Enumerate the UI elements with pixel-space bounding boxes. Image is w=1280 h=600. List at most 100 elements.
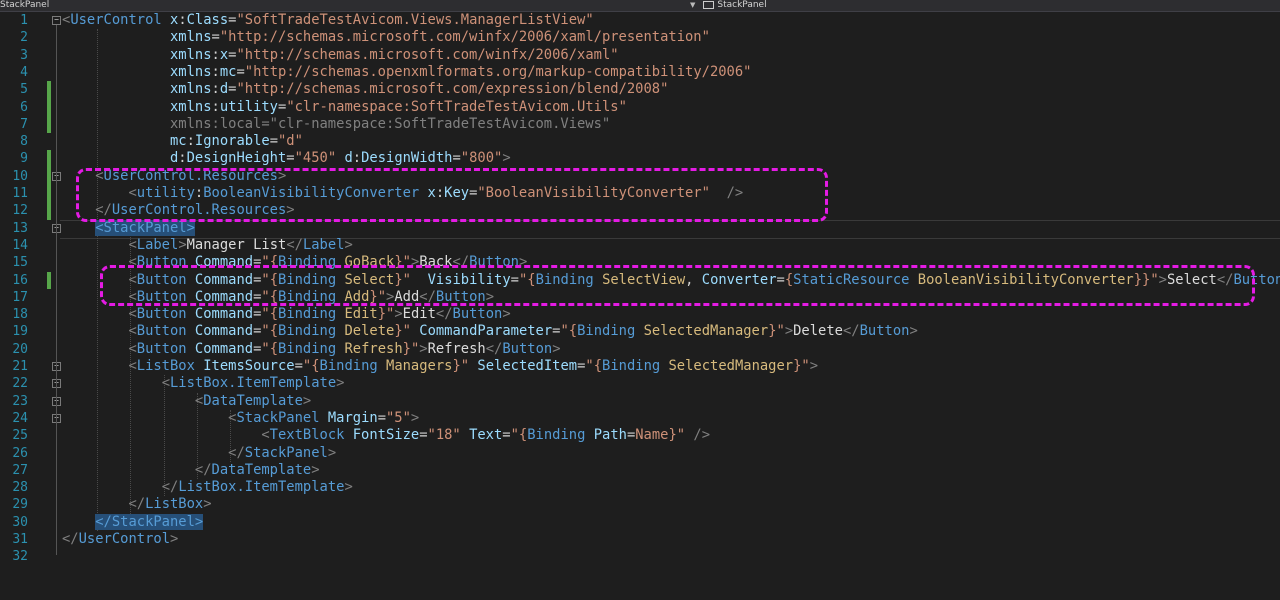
code-line[interactable]: <TextBlock FontSize="18" Text="{Binding … — [62, 427, 710, 444]
nav-element-dropdown[interactable]: ▼ StackPanel — [690, 0, 767, 10]
code-token: xmlns — [169, 81, 212, 98]
code-token: SelectedManager — [668, 358, 794, 374]
code-token: Managers — [386, 358, 453, 374]
code-line[interactable]: </ListBox.ItemTemplate> — [62, 479, 353, 496]
code-token: DesignWidth — [361, 150, 453, 167]
collapse-minus-icon[interactable]: − — [52, 16, 61, 25]
code-line[interactable]: xmlns:d="http://schemas.microsoft.com/ex… — [62, 81, 668, 98]
code-token: = — [236, 63, 245, 80]
code-token: "SoftTradeTestAvicom.Views.ManagerListVi… — [236, 12, 594, 28]
code-token: Ignorable — [194, 133, 270, 150]
code-token: xmlns — [169, 98, 212, 115]
line-number: 17 — [12, 289, 28, 305]
code-token: Binding — [319, 358, 378, 374]
code-token: "{ — [261, 340, 279, 357]
code-line[interactable]: <StackPanel Margin="5"> — [62, 410, 419, 427]
code-line[interactable]: xmlns="http://schemas.microsoft.com/winf… — [62, 29, 710, 46]
line-number: 5 — [20, 82, 28, 98]
line-number: 15 — [12, 255, 28, 271]
code-token: </ — [286, 236, 303, 253]
code-token: ListBox.ItemTemplate — [170, 375, 337, 392]
code-line[interactable]: <UserControl x:Class="SoftTradeTestAvico… — [62, 12, 594, 29]
line-number: 9 — [20, 151, 28, 167]
code-token: Refresh — [427, 340, 486, 357]
code-line[interactable]: xmlns:mc="http://schemas.openxmlformats.… — [62, 63, 752, 81]
code-token: Delete — [344, 323, 395, 340]
code-line[interactable]: mc:Ignorable="d" — [62, 133, 303, 150]
code-line[interactable]: <ListBox.ItemTemplate> — [62, 375, 345, 392]
code-line[interactable]: </StackPanel> — [62, 445, 336, 462]
code-line[interactable]: <Button Command="{Binding Refresh}">Refr… — [62, 340, 560, 358]
code-line[interactable]: </StackPanel> — [62, 513, 204, 531]
line-number: 13 — [12, 220, 28, 236]
code-token: Binding — [278, 306, 337, 323]
chevron-down-icon[interactable]: ▼ — [690, 1, 695, 9]
code-token: : — [211, 98, 220, 115]
code-line[interactable]: d:DesignHeight="450" d:DesignWidth="800"… — [62, 150, 511, 167]
code-token: Path — [593, 427, 627, 444]
code-line[interactable]: <DataTemplate> — [62, 393, 311, 410]
code-token: > — [410, 409, 420, 426]
code-line[interactable]: <Button Command="{Binding Delete}" Comma… — [62, 323, 917, 340]
code-token: > — [178, 236, 187, 253]
line-number: 31 — [12, 532, 28, 547]
code-line[interactable]: <Button Command="{Binding Edit}">Edit</B… — [62, 306, 510, 323]
nav-scope-dropdown[interactable]: StackPanel — [0, 0, 49, 10]
code-token: < — [128, 358, 137, 374]
code-token: xmlns:local="clr-namespace:SoftTradeTest… — [169, 115, 611, 132]
code-token: }" — [452, 358, 470, 374]
code-token: > — [336, 375, 345, 392]
navigation-bar: StackPanel ▼ StackPanel — [0, 0, 1280, 12]
line-number: 2 — [20, 30, 28, 46]
code-token: }" — [793, 358, 810, 374]
code-token: Command — [194, 323, 254, 340]
code-line[interactable]: <StackPanel> — [62, 219, 195, 237]
code-token: SelectedManager — [643, 323, 769, 340]
code-token: Label — [136, 236, 179, 253]
code-token: Binding — [527, 427, 586, 444]
code-line[interactable]: xmlns:x="http://schemas.microsoft.com/wi… — [62, 47, 619, 64]
code-token: utility — [219, 98, 278, 115]
code-line[interactable]: </UserControl> — [62, 531, 178, 548]
code-token: "800" — [460, 150, 503, 167]
code-token: Button — [136, 340, 187, 357]
code-line[interactable]: </DataTemplate> — [62, 462, 320, 479]
code-token: Label — [302, 236, 345, 253]
code-token: > — [394, 306, 403, 323]
nav-element-label: StackPanel — [717, 0, 767, 10]
code-token: > — [344, 479, 353, 496]
code-line[interactable]: xmlns:local="clr-namespace:SoftTradeTest… — [62, 116, 610, 133]
code-line[interactable]: <Label>Manager List</Label> — [62, 236, 352, 254]
line-number: 20 — [12, 341, 28, 357]
code-token: xmlns — [169, 29, 212, 46]
line-number: 4 — [20, 64, 28, 80]
code-token: > — [502, 150, 511, 167]
code-line[interactable]: <ListBox ItemsSource="{Binding Managers}… — [62, 358, 818, 375]
code-token: ListBox — [136, 358, 195, 374]
code-token: xmlns — [169, 63, 212, 80]
code-line[interactable]: </ListBox> — [62, 496, 211, 513]
annotation-box-resources — [76, 168, 828, 222]
code-token: d — [344, 150, 353, 167]
line-number: 7 — [20, 116, 28, 132]
code-token: </ — [842, 323, 860, 340]
code-token: > — [784, 323, 794, 340]
line-number: 29 — [12, 497, 28, 513]
code-token: < — [194, 392, 204, 409]
code-line[interactable]: xmlns:utility="clr-namespace:SoftTradeTe… — [62, 99, 627, 116]
code-token: "http://schemas.openxmlformats.org/marku… — [244, 63, 752, 80]
code-token: : — [178, 12, 187, 28]
code-token: </ — [194, 461, 212, 478]
